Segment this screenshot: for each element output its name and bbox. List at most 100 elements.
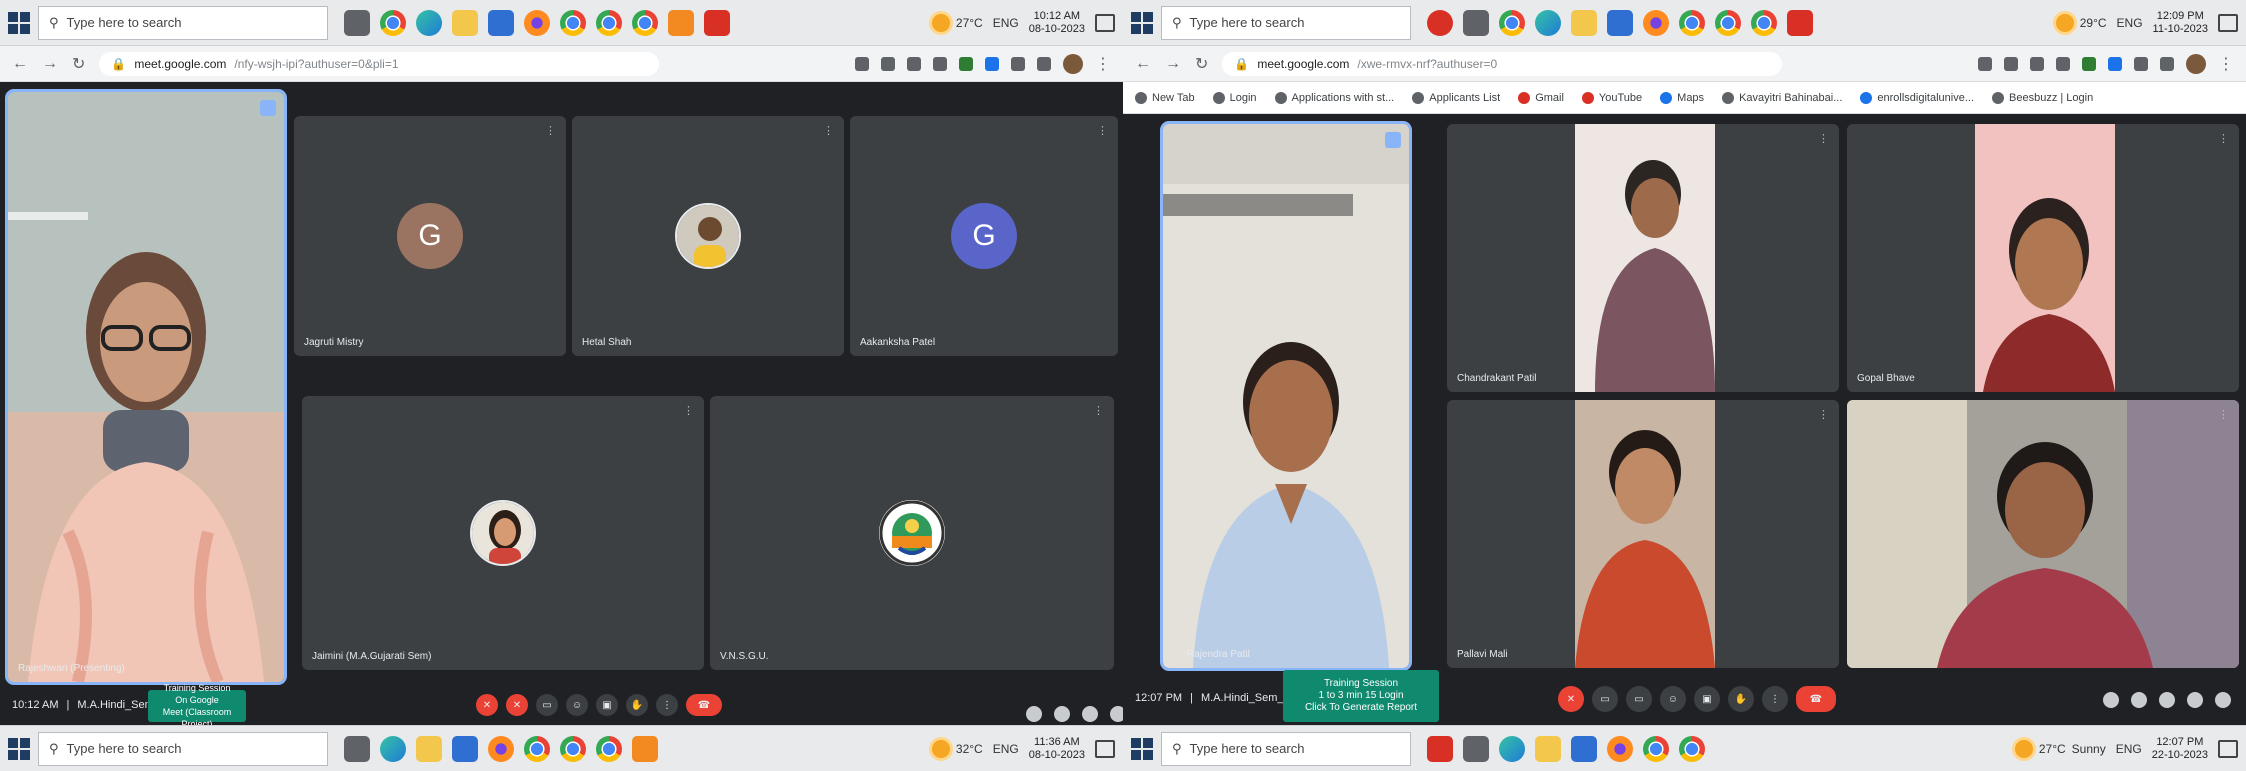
speaker-video-tile[interactable]: Rajendra Patil	[1160, 121, 1412, 671]
pin-icon[interactable]	[1385, 132, 1401, 148]
info-icon[interactable]	[2103, 692, 2119, 708]
sidepanel-icon[interactable]	[1037, 56, 1051, 71]
participant-tile[interactable]: ⋮ Gopal Bhave	[1847, 124, 2239, 392]
mic-off-icon[interactable]: ✕	[1558, 686, 1584, 712]
app-icon[interactable]	[668, 9, 694, 36]
store-icon[interactable]	[452, 735, 478, 762]
edge-icon[interactable]	[380, 735, 406, 762]
share-icon[interactable]	[907, 56, 921, 71]
file-explorer-icon[interactable]	[1535, 735, 1561, 762]
forward-icon[interactable]: →	[42, 55, 58, 73]
more-options-icon[interactable]: ⋮	[2218, 408, 2229, 421]
chrome-icon[interactable]	[524, 735, 550, 762]
file-explorer-icon[interactable]	[416, 735, 442, 762]
participant-tile[interactable]: ⋮ Chandrakant Patil	[1447, 124, 1839, 392]
chrome-icon[interactable]	[632, 9, 658, 36]
edge-icon[interactable]	[416, 9, 442, 36]
participant-tile[interactable]: ⋮ Pallavi Mali	[1447, 400, 1839, 668]
camera-icon[interactable]: ▭	[1592, 686, 1618, 712]
firefox-icon[interactable]	[524, 9, 550, 36]
bookmark[interactable]: Kavayitri Bahinabai...	[1722, 91, 1842, 104]
chrome-icon[interactable]	[560, 9, 586, 36]
people-icon[interactable]	[1054, 706, 1070, 722]
chrome-icon[interactable]	[1715, 9, 1741, 36]
more-options-icon[interactable]: ⋮	[2218, 132, 2229, 145]
zoom-icon[interactable]	[881, 56, 895, 71]
activities-icon[interactable]	[1110, 706, 1123, 722]
raise-hand-icon[interactable]: ✋	[1728, 686, 1754, 712]
more-options-icon[interactable]: ⋮	[1097, 124, 1108, 137]
store-icon[interactable]	[488, 9, 514, 36]
host-controls-icon[interactable]	[2215, 692, 2231, 708]
clock[interactable]: 11:36 AM 08-10-2023	[1029, 736, 1085, 762]
bookmark[interactable]: Gmail	[1518, 91, 1564, 104]
windows-start-icon[interactable]	[8, 11, 30, 34]
language-indicator[interactable]: ENG	[993, 16, 1019, 30]
pdf-icon[interactable]	[1787, 9, 1813, 36]
share-icon[interactable]	[2030, 56, 2044, 71]
edge-icon[interactable]	[1499, 735, 1525, 762]
info-icon[interactable]	[1026, 706, 1042, 722]
chrome-icon[interactable]	[596, 9, 622, 36]
bookmark[interactable]: Applications with st...	[1274, 91, 1394, 104]
url-field[interactable]: 🔒 meet.google.com/xwe-rmvx-nrf?authuser=…	[1222, 51, 1783, 76]
people-icon[interactable]	[2131, 692, 2147, 708]
chat-icon[interactable]	[1082, 706, 1098, 722]
file-explorer-icon[interactable]	[1571, 9, 1597, 36]
sidepanel-icon[interactable]	[2160, 56, 2174, 71]
more-options-icon[interactable]: ⋮	[1818, 408, 1829, 421]
reload-icon[interactable]: ↻	[1195, 54, 1208, 74]
bookmark[interactable]: Login	[1212, 91, 1257, 104]
participant-tile[interactable]: ⋮ Jaimini (M.A.Gujarati Sem)	[302, 396, 704, 670]
camera-icon[interactable]	[855, 56, 869, 71]
clock[interactable]: 12:09 PM 11-10-2023	[2153, 10, 2208, 36]
edge-icon[interactable]	[1535, 9, 1561, 36]
chrome-icon[interactable]	[1643, 735, 1669, 762]
clock[interactable]: 10:12 AM 08-10-2023	[1029, 10, 1085, 36]
notification-icon[interactable]	[2218, 13, 2238, 32]
extension-banner[interactable]: Training Session On Google Meet (Classroom…	[148, 683, 246, 729]
star-icon[interactable]	[933, 56, 947, 71]
extension-icon[interactable]	[959, 56, 973, 71]
language-indicator[interactable]: ENG	[993, 742, 1019, 756]
extensions-puzzle-icon[interactable]	[2134, 56, 2148, 71]
store-icon[interactable]	[1571, 735, 1597, 762]
more-options-icon[interactable]: ⋮	[1093, 404, 1104, 417]
captions-icon[interactable]: ▭	[536, 694, 558, 716]
extension-banner[interactable]: Training Session 1 to 3 min 15 Login Click…	[1283, 670, 1439, 722]
notification-icon[interactable]	[1095, 13, 1115, 32]
profile-avatar[interactable]	[1063, 53, 1083, 74]
chrome-icon[interactable]	[1499, 9, 1525, 36]
participant-tile[interactable]: ⋮ Hetal Shah	[572, 116, 844, 356]
end-call-button[interactable]: ☎	[686, 694, 722, 716]
firefox-icon[interactable]	[1643, 9, 1669, 36]
chrome-icon[interactable]	[560, 735, 586, 762]
more-options-icon[interactable]: ⋮	[1818, 132, 1829, 145]
clock[interactable]: 12:07 PM 22-10-2023	[2152, 736, 2208, 762]
taskbar-search-input[interactable]: ⚲ Type here to search	[38, 5, 328, 40]
back-icon[interactable]: ←	[1135, 55, 1151, 73]
chrome-icon[interactable]	[380, 9, 406, 36]
store-icon[interactable]	[1607, 9, 1633, 36]
task-view-icon[interactable]	[344, 735, 370, 762]
participant-tile[interactable]: ⋮ V.N.S.G.U.	[710, 396, 1114, 670]
firefox-icon[interactable]	[1607, 735, 1633, 762]
present-icon[interactable]: ▣	[1694, 686, 1720, 712]
file-explorer-icon[interactable]	[452, 9, 478, 36]
end-call-button[interactable]: ☎	[1796, 686, 1836, 712]
menu-icon[interactable]: ⋮	[1095, 54, 1111, 74]
participant-tile[interactable]: ⋮ G Aakanksha Patel	[850, 116, 1118, 356]
raise-hand-icon[interactable]: ✋	[626, 694, 648, 716]
chat-icon[interactable]	[2159, 692, 2175, 708]
more-options-icon[interactable]: ⋮	[1762, 686, 1788, 712]
star-icon[interactable]	[2056, 56, 2070, 71]
pdf-icon[interactable]	[704, 9, 730, 36]
task-view-icon[interactable]	[1463, 9, 1489, 36]
bookmark[interactable]: Maps	[1660, 91, 1704, 104]
present-icon[interactable]: ▣	[596, 694, 618, 716]
activities-icon[interactable]	[2187, 692, 2203, 708]
chrome-icon[interactable]	[596, 735, 622, 762]
notification-icon[interactable]	[1095, 739, 1115, 758]
taskbar-search-input[interactable]: ⚲ Type here to search	[1161, 731, 1411, 766]
chrome-icon[interactable]	[1751, 9, 1777, 36]
